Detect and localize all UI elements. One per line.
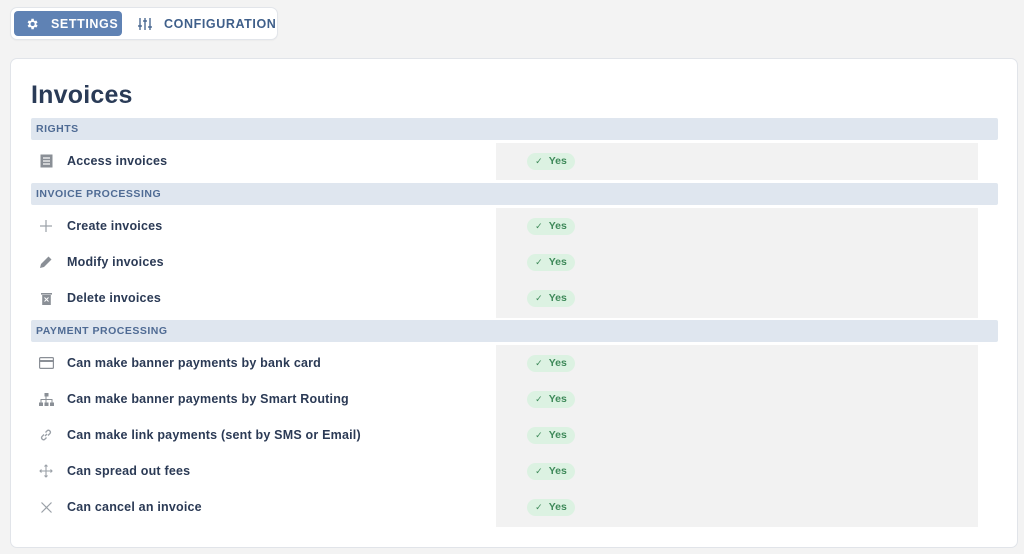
permission-label: Delete invoices <box>67 291 162 305</box>
section-header-rights: RIGHTS <box>31 118 998 140</box>
status-badge: ✓ Yes <box>527 354 575 372</box>
close-icon <box>38 499 54 515</box>
permission-label: Can make banner payments by Smart Routin… <box>67 392 349 406</box>
invoices-card: Invoices RIGHTS Access invoices ✓ Yes INV… <box>10 58 1018 548</box>
trash-icon <box>38 290 54 306</box>
status-badge: ✓ Yes <box>527 462 575 480</box>
permission-row: Modify invoices ✓ Yes <box>31 244 998 280</box>
status-badge: ✓ Yes <box>527 217 575 235</box>
arrows-icon <box>38 463 54 479</box>
permission-label: Modify invoices <box>67 255 164 269</box>
permission-row: Can make banner payments by Smart Routin… <box>31 381 998 417</box>
status-badge: ✓ Yes <box>527 498 575 516</box>
tab-settings[interactable]: SETTINGS <box>14 11 122 36</box>
tab-configuration-label: CONFIGURATION <box>164 16 277 31</box>
permission-label: Can make link payments (sent by SMS or E… <box>67 428 361 442</box>
plus-icon <box>38 218 54 234</box>
gear-icon <box>25 17 39 31</box>
permission-label: Access invoices <box>67 154 168 168</box>
section-header-payment-processing: PAYMENT PROCESSING <box>31 320 998 342</box>
list-icon <box>38 153 54 169</box>
pencil-icon <box>38 254 54 270</box>
permission-row: Create invoices ✓ Yes <box>31 208 998 244</box>
link-icon <box>38 427 54 443</box>
tab-settings-label: SETTINGS <box>51 16 119 31</box>
permission-label: Create invoices <box>67 219 163 233</box>
status-badge: ✓ Yes <box>527 390 575 408</box>
permission-row: Can spread out fees ✓ Yes <box>31 453 998 489</box>
tab-configuration[interactable]: CONFIGURATION <box>122 11 286 36</box>
permission-label: Can make banner payments by bank card <box>67 356 322 370</box>
status-badge: ✓ Yes <box>527 426 575 444</box>
card-icon <box>38 355 54 371</box>
permission-row: Can make banner payments by bank card ✓ Y… <box>31 345 998 381</box>
sliders-icon <box>138 17 152 31</box>
view-switcher: SETTINGS CONFIGURATION <box>10 7 278 40</box>
permission-row: Access invoices ✓ Yes <box>31 143 998 179</box>
status-badge: ✓ Yes <box>527 152 575 170</box>
page-title: Invoices <box>31 81 133 109</box>
permission-row: Can cancel an invoice ✓ Yes <box>31 489 998 525</box>
permission-row: Can make link payments (sent by SMS or E… <box>31 417 998 453</box>
section-header-invoice-processing: INVOICE PROCESSING <box>31 183 998 205</box>
permission-label: Can cancel an invoice <box>67 500 202 514</box>
status-badge: ✓ Yes <box>527 253 575 271</box>
permission-label: Can spread out fees <box>67 464 191 478</box>
status-badge: ✓ Yes <box>527 289 575 307</box>
permission-row: Delete invoices ✓ Yes <box>31 280 998 316</box>
sitemap-icon <box>38 391 54 407</box>
